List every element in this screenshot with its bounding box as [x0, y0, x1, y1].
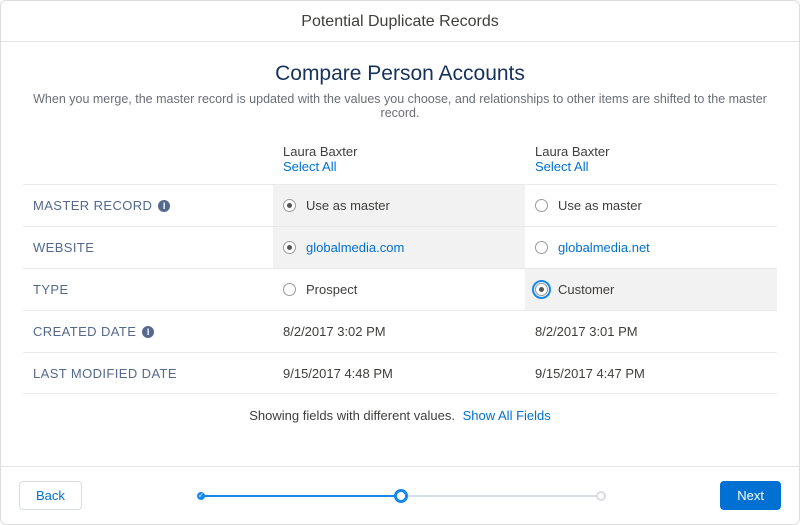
row-label-website: WEBSITE: [23, 226, 273, 268]
radio-master-b[interactable]: [535, 199, 548, 212]
modal-content: Compare Person Accounts When you merge, …: [1, 42, 799, 466]
type-b-value: Customer: [558, 282, 614, 297]
show-all-fields-link[interactable]: Show All Fields: [463, 408, 551, 423]
next-button[interactable]: Next: [720, 481, 781, 510]
created-b-value: 8/2/2017 3:01 PM: [535, 324, 638, 339]
cell-master-a[interactable]: Use as master: [273, 184, 525, 226]
radio-website-a[interactable]: [283, 241, 296, 254]
master-b-value: Use as master: [558, 198, 642, 213]
column-header-record-a: Laura Baxter Select All: [273, 142, 525, 184]
radio-type-b[interactable]: [535, 283, 548, 296]
page-title: Compare Person Accounts: [23, 62, 777, 86]
row-label-type: TYPE: [23, 268, 273, 310]
compare-grid: Laura Baxter Select All Laura Baxter Sel…: [23, 142, 777, 394]
record-b-name: Laura Baxter: [535, 144, 767, 159]
modal-footer: Back Next: [1, 466, 799, 524]
radio-website-b[interactable]: [535, 241, 548, 254]
radio-type-a[interactable]: [283, 283, 296, 296]
column-header-record-b: Laura Baxter Select All: [525, 142, 777, 184]
progress-indicator: [98, 495, 704, 497]
type-a-value: Prospect: [306, 282, 357, 297]
row-label-modified: LAST MODIFIED DATE: [23, 352, 273, 394]
row-label-created: CREATED DATE i: [23, 310, 273, 352]
progress-step-3: [596, 491, 606, 501]
select-all-record-b[interactable]: Select All: [535, 159, 767, 174]
cell-modified-b: 9/15/2017 4:47 PM: [525, 352, 777, 394]
cell-type-b[interactable]: Customer: [525, 268, 777, 310]
cell-modified-a: 9/15/2017 4:48 PM: [273, 352, 525, 394]
modal-title: Potential Duplicate Records: [1, 1, 799, 42]
website-a-value: globalmedia.com: [306, 240, 404, 255]
cell-type-a[interactable]: Prospect: [273, 268, 525, 310]
created-a-value: 8/2/2017 3:02 PM: [283, 324, 386, 339]
radio-master-a[interactable]: [283, 199, 296, 212]
cell-master-b[interactable]: Use as master: [525, 184, 777, 226]
modified-b-value: 9/15/2017 4:47 PM: [535, 366, 645, 381]
back-button[interactable]: Back: [19, 481, 82, 510]
progress-step-1: [197, 492, 205, 500]
page-subtitle: When you merge, the master record is upd…: [23, 92, 777, 120]
select-all-record-a[interactable]: Select All: [283, 159, 515, 174]
record-a-name: Laura Baxter: [283, 144, 515, 159]
cell-created-b: 8/2/2017 3:01 PM: [525, 310, 777, 352]
merge-duplicates-modal: Potential Duplicate Records Compare Pers…: [0, 0, 800, 525]
modified-a-value: 9/15/2017 4:48 PM: [283, 366, 393, 381]
info-icon[interactable]: i: [158, 200, 170, 212]
progress-step-2: [394, 489, 408, 503]
master-a-value: Use as master: [306, 198, 390, 213]
cell-website-a[interactable]: globalmedia.com: [273, 226, 525, 268]
cell-created-a: 8/2/2017 3:02 PM: [273, 310, 525, 352]
cell-website-b[interactable]: globalmedia.net: [525, 226, 777, 268]
row-label-master: MASTER RECORD i: [23, 184, 273, 226]
info-icon[interactable]: i: [142, 326, 154, 338]
website-b-value: globalmedia.net: [558, 240, 650, 255]
fields-filter-note: Showing fields with different values. Sh…: [23, 394, 777, 429]
